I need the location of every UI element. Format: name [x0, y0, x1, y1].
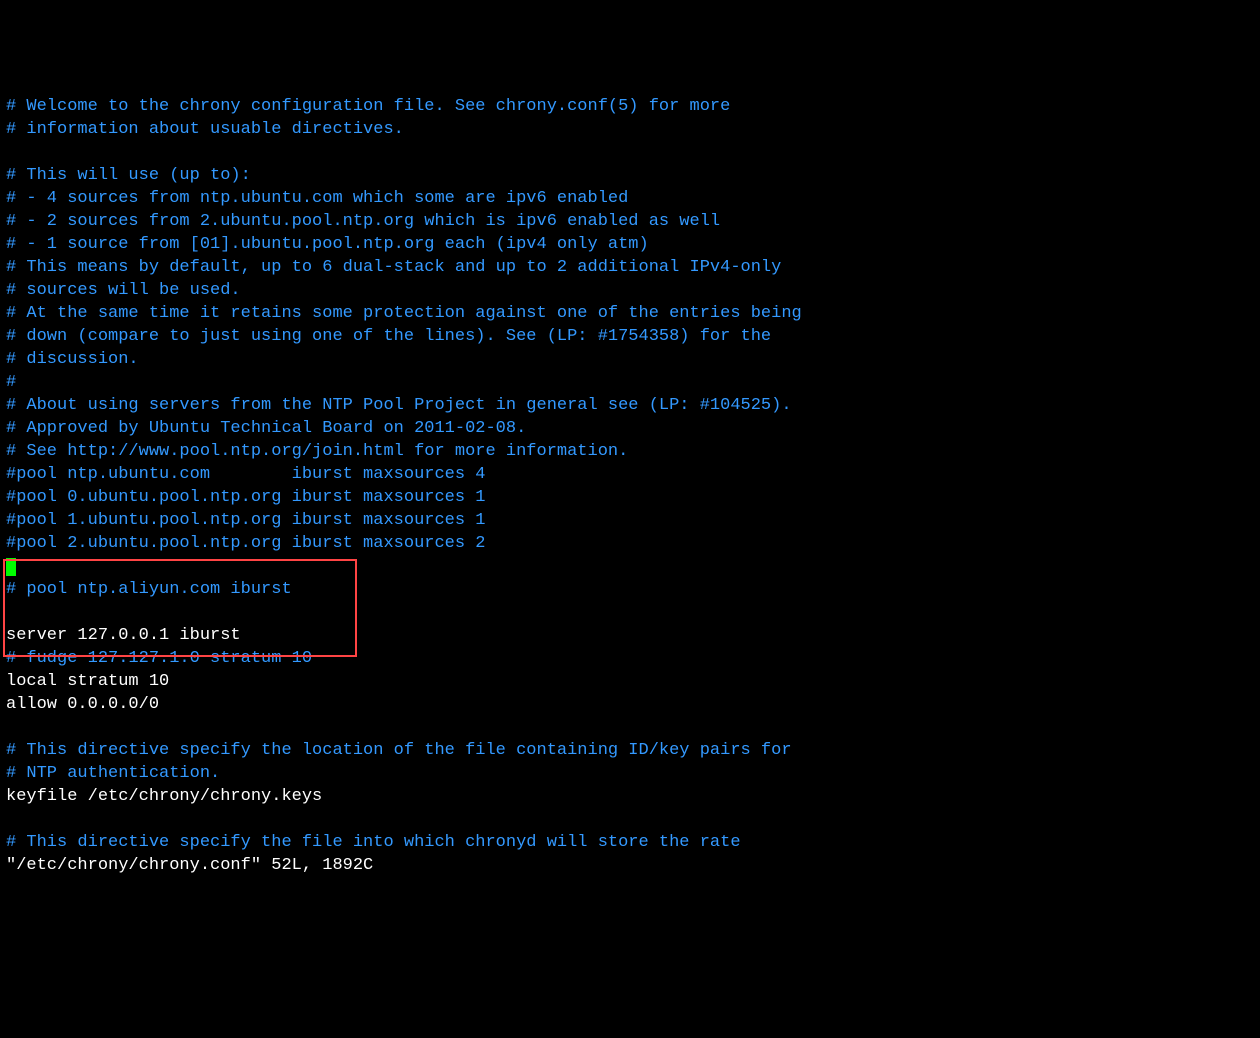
config-comment-line: #pool ntp.ubuntu.com iburst maxsources 4 [6, 465, 485, 484]
config-comment-line: # NTP authentication. [6, 764, 220, 783]
config-comment-line: # This directive specify the file into w… [6, 833, 741, 852]
blank-line [6, 810, 16, 829]
blank-line [6, 603, 16, 622]
config-comment-line: # Approved by Ubuntu Technical Board on … [6, 419, 526, 438]
config-comment-line: #pool 1.ubuntu.pool.ntp.org iburst maxso… [6, 511, 485, 530]
config-comment-line: # About using servers from the NTP Pool … [6, 396, 792, 415]
config-comment-line: # At the same time it retains some prote… [6, 304, 802, 323]
config-comment-line: # discussion. [6, 350, 139, 369]
config-comment-line: # pool ntp.aliyun.com iburst [6, 580, 292, 599]
config-comment-line: # - 2 sources from 2.ubuntu.pool.ntp.org… [6, 212, 720, 231]
config-comment-line: # - 1 source from [01].ubuntu.pool.ntp.o… [6, 235, 649, 254]
config-directive-line: server 127.0.0.1 iburst [6, 626, 241, 645]
config-comment-line: #pool 0.ubuntu.pool.ntp.org iburst maxso… [6, 488, 485, 507]
terminal-editor[interactable]: # Welcome to the chrony configuration fi… [6, 96, 1254, 878]
config-directive-line: keyfile /etc/chrony/chrony.keys [6, 787, 322, 806]
config-comment-line: # fudge 127.127.1.0 stratum 10 [6, 649, 312, 668]
config-directive-line: allow 0.0.0.0/0 [6, 695, 159, 714]
config-comment-line: # sources will be used. [6, 281, 241, 300]
blank-line [6, 718, 16, 737]
config-comment-line: # See http://www.pool.ntp.org/join.html … [6, 442, 628, 461]
config-comment-line: #pool 2.ubuntu.pool.ntp.org iburst maxso… [6, 534, 485, 553]
config-directive-line: local stratum 10 [6, 672, 169, 691]
config-comment-line: # - 4 sources from ntp.ubuntu.com which … [6, 189, 628, 208]
blank-line [6, 143, 16, 162]
config-comment-line: # This will use (up to): [6, 166, 251, 185]
config-comment-line: # down (compare to just using one of the… [6, 327, 771, 346]
config-comment-line: # This directive specify the location of… [6, 741, 792, 760]
config-comment-line: # information about usuable directives. [6, 120, 404, 139]
config-comment-line: # This means by default, up to 6 dual-st… [6, 258, 781, 277]
config-comment-line: # [6, 373, 16, 392]
config-comment-line: # Welcome to the chrony configuration fi… [6, 97, 730, 116]
text-cursor [6, 558, 16, 576]
vim-status-line: "/etc/chrony/chrony.conf" 52L, 1892C [6, 856, 373, 875]
